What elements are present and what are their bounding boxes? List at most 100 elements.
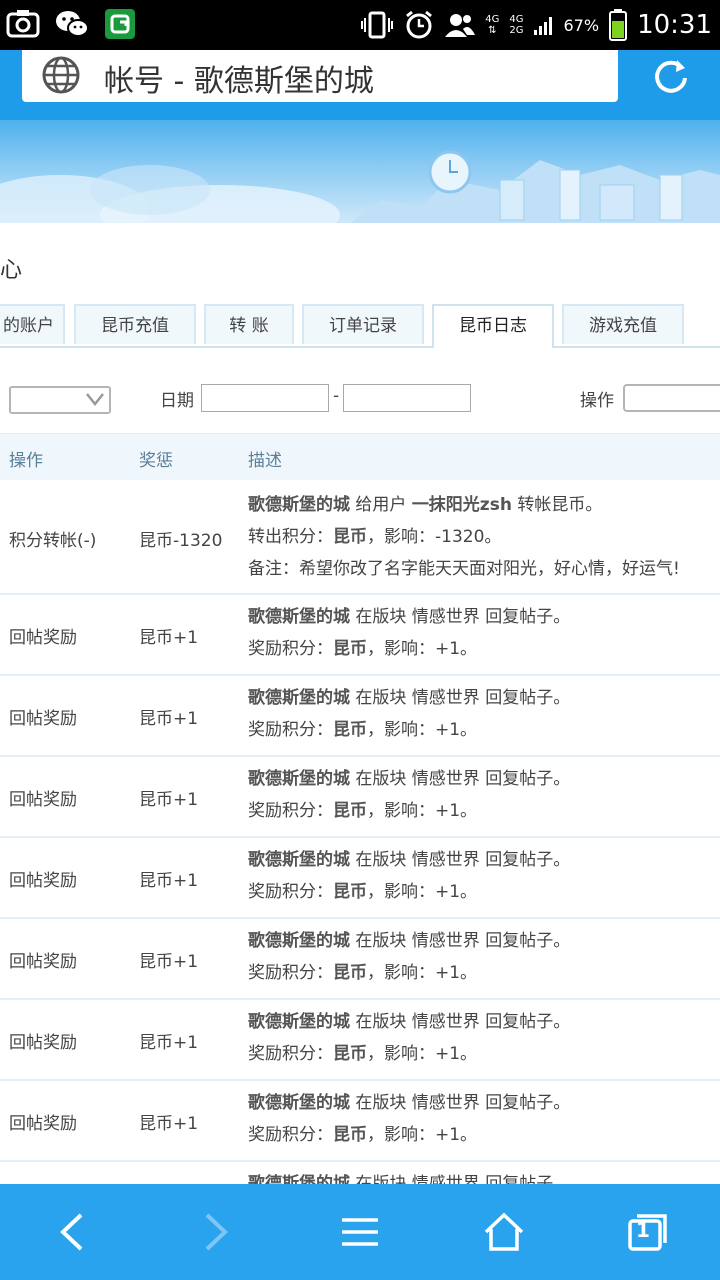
refresh-icon[interactable] <box>649 54 693 98</box>
row-description: 歌德斯堡的城 在版块 情感世界 回复帖子。 奖励积分：昆币，影响：+1。 <box>248 763 570 827</box>
row-action: 积分转帐(-) <box>9 531 97 551</box>
tab-orders[interactable]: 订单记录 <box>302 304 424 344</box>
header-description: 描述 <box>248 451 282 471</box>
date-separator: - <box>333 386 340 406</box>
tab-account[interactable]: 的账户 <box>0 304 65 344</box>
desc-text: ，影响：+1。 <box>367 720 478 740</box>
desc-text: 奖励积分： <box>248 1044 333 1064</box>
date-end-input[interactable] <box>343 384 471 412</box>
tab-coin-log[interactable]: 昆币日志 <box>432 304 554 348</box>
desc-text: ，影响：+1。 <box>367 1044 478 1064</box>
row-action: 回帖奖励 <box>9 790 77 810</box>
row-reward: 昆币+1 <box>139 1114 199 1134</box>
tab-count: 1 <box>636 1218 650 1242</box>
action-label: 操作 <box>580 391 614 411</box>
row-description: 歌德斯堡的城 在版块 情感世界 回复帖子。 奖励积分：昆币，影响：+1。 <box>248 601 570 665</box>
page-heading: 心 <box>0 258 23 283</box>
coin-label: 昆币 <box>333 1125 367 1145</box>
row-description: 歌德斯堡的城 在版块 情感世界 回复帖子。 奖励积分：昆币，影响：+1。 <box>248 1087 570 1151</box>
user-name: 歌德斯堡的城 <box>248 495 350 515</box>
signal-icon <box>533 17 552 35</box>
action-select[interactable] <box>623 384 720 412</box>
row-action: 回帖奖励 <box>9 709 77 729</box>
table-row: 回帖奖励 昆币+1 歌德斯堡的城 在版块 情感世界 回复帖子。 奖励积分：昆币，… <box>0 919 720 1000</box>
battery-icon <box>609 9 628 41</box>
desc-text: 转出积分： <box>248 527 333 547</box>
type-select[interactable] <box>9 386 111 414</box>
tabs-button[interactable]: 1 <box>598 1184 698 1280</box>
row-description: 歌德斯堡的城 在版块 情感世界 回复帖子。 奖励积分：昆币，影响：+1。 <box>248 1006 570 1070</box>
battery-percent: 67% <box>563 15 600 35</box>
browser-bottom-nav: 1 <box>0 1184 720 1280</box>
status-bar: 4G ⇅ 4G 2G 67% 10:31 <box>0 0 720 50</box>
wechat-icon <box>56 11 89 37</box>
table-header: 操作 奖惩 描述 <box>0 433 720 480</box>
table-row: 回帖奖励 昆币+1 歌德斯堡的城 在版块 情感世界 回复帖子。 奖励积分：昆币，… <box>0 838 720 919</box>
coin-label: 昆币 <box>333 720 367 740</box>
desc-text: ，影响：+1。 <box>367 639 478 659</box>
table-row: 回帖奖励 昆币+1 歌德斯堡的城 在版块 情感世界 回复帖子。 奖励积分：昆币，… <box>0 757 720 838</box>
forward-arrow-icon <box>205 1213 228 1251</box>
network-indicator-2: 4G 2G <box>509 14 524 36</box>
desc-text: 在版块 情感世界 回复帖子。 <box>350 769 571 789</box>
coin-label: 昆币 <box>333 527 367 547</box>
home-button[interactable] <box>454 1184 554 1280</box>
desc-text: 奖励积分： <box>248 639 333 659</box>
tab-recharge[interactable]: 昆币充值 <box>74 304 196 344</box>
forward-button[interactable] <box>166 1184 266 1280</box>
menu-button[interactable] <box>310 1184 410 1280</box>
user-name: 歌德斯堡的城 <box>248 769 350 789</box>
banner-illustration <box>0 150 720 223</box>
desc-text: ，影响：+1。 <box>367 882 478 902</box>
desc-text: 在版块 情感世界 回复帖子。 <box>350 931 571 951</box>
user-name: 歌德斯堡的城 <box>248 688 350 708</box>
desc-text: 奖励积分： <box>248 963 333 983</box>
row-description: 歌德斯堡的城 在版块 情感世界 回复帖子。 奖励积分：昆币，影响：+1。 <box>248 925 570 989</box>
table-row: 回帖奖励 昆币+1 歌德斯堡的城 在版块 情感世界 回复帖子。 奖励积分：昆币，… <box>0 676 720 757</box>
tab-game-recharge[interactable]: 游戏充值 <box>562 304 684 344</box>
desc-text: 奖励积分： <box>248 882 333 902</box>
tab-transfer[interactable]: 转 账 <box>204 304 294 344</box>
page-title: 帐号 - 歌德斯堡的城 <box>104 64 374 99</box>
coin-label: 昆币 <box>333 639 367 659</box>
desc-text: 转帐昆币。 <box>511 495 603 515</box>
vibrate-icon <box>361 11 394 39</box>
home-icon <box>484 1212 524 1251</box>
table-row: 回帖奖励 昆币+1 歌德斯堡的城 在版块 情感世界 回复帖子。 奖励积分：昆币，… <box>0 1081 720 1162</box>
row-action: 回帖奖励 <box>9 1114 77 1134</box>
desc-text: ，影响：+1。 <box>367 963 478 983</box>
network-indicator-1: 4G ⇅ <box>485 14 500 36</box>
coin-label: 昆币 <box>333 801 367 821</box>
back-arrow-icon <box>60 1213 83 1251</box>
desc-text: 奖励积分： <box>248 720 333 740</box>
coin-label: 昆币 <box>333 1044 367 1064</box>
desc-text: 奖励积分： <box>248 801 333 821</box>
desc-text: 奖励积分： <box>248 1125 333 1145</box>
row-reward: 昆币+1 <box>139 871 199 891</box>
row-action: 回帖奖励 <box>9 628 77 648</box>
row-reward: 昆币+1 <box>139 952 199 972</box>
filter-bar: 日期 - 操作 <box>0 380 720 420</box>
globe-icon <box>42 56 80 94</box>
date-start-input[interactable] <box>201 384 329 412</box>
user-name: 歌德斯堡的城 <box>248 1012 350 1032</box>
coin-label: 昆币 <box>333 963 367 983</box>
desc-text: 给用户 <box>350 495 412 515</box>
desc-text: 在版块 情感世界 回复帖子。 <box>350 1012 571 1032</box>
table-row: 回帖奖励 昆币+1 歌德斯堡的城 在版块 情感世界 回复帖子。 奖励积分：昆币，… <box>0 1000 720 1081</box>
screenshot-icon <box>6 10 40 38</box>
row-action: 回帖奖励 <box>9 1033 77 1053</box>
table-row: 回帖奖励 昆币+1 歌德斯堡的城 在版块 情感世界 回复帖子。 奖励积分：昆币，… <box>0 595 720 676</box>
desc-text: ，影响：+1。 <box>367 801 478 821</box>
desc-text: 在版块 情感世界 回复帖子。 <box>350 607 571 627</box>
app-notification-icon <box>105 9 135 39</box>
date-label: 日期 <box>160 391 194 411</box>
desc-text: 在版块 情感世界 回复帖子。 <box>350 1093 571 1113</box>
user-name: 歌德斯堡的城 <box>248 850 350 870</box>
header-action: 操作 <box>9 451 43 471</box>
remark-text: 备注：希望你改了名字能天天面对阳光，好心情，好运气! <box>248 559 680 579</box>
url-field[interactable]: 帐号 - 歌德斯堡的城 <box>22 50 618 102</box>
back-button[interactable] <box>22 1184 122 1280</box>
chevron-down-icon <box>86 393 104 407</box>
desc-text: ，影响：+1。 <box>367 1125 478 1145</box>
